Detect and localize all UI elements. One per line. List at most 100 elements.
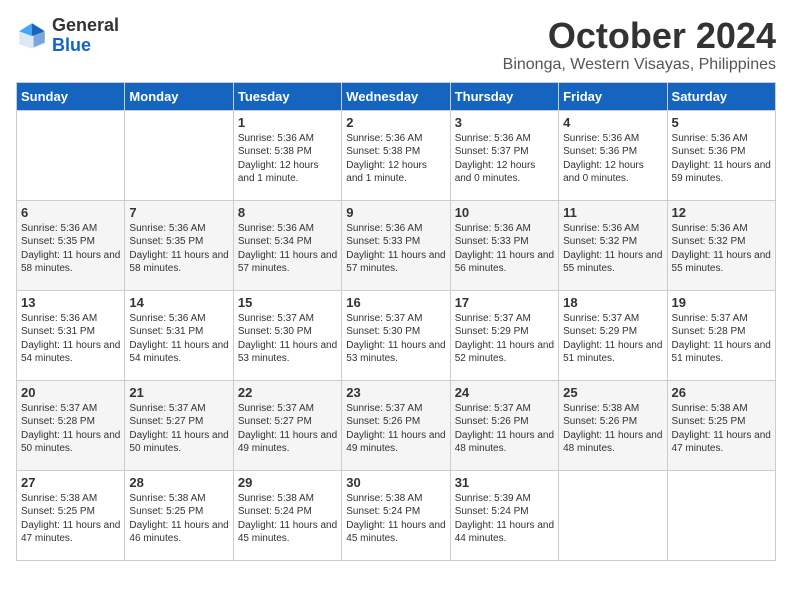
logo-general-text: General [52, 16, 119, 36]
day-number: 3 [455, 115, 554, 130]
calendar-cell [667, 470, 775, 560]
calendar-cell: 9Sunrise: 5:36 AM Sunset: 5:33 PM Daylig… [342, 200, 450, 290]
calendar-cell [17, 110, 125, 200]
day-number: 24 [455, 385, 554, 400]
day-number: 20 [21, 385, 120, 400]
calendar-cell: 21 Sunrise: 5:37 AM Sunset: 5:27 PM Dayli… [125, 380, 233, 470]
day-info: Sunrise: 5:37 AM Sunset: 5:27 PM Dayligh… [129, 402, 228, 456]
calendar-table: SundayMondayTuesdayWednesdayThursdayFrid… [16, 82, 776, 561]
day-number: 18 [563, 295, 662, 310]
calendar-cell [125, 110, 233, 200]
day-info: Sunrise: 5:38 AM Sunset: 5:26 PM Dayligh… [563, 402, 662, 456]
header-friday: Friday [559, 82, 667, 110]
day-info: Sunrise: 5:36 AM Sunset: 5:31 PM Dayligh… [129, 312, 228, 366]
day-info: Sunrise: 5:36 AM Sunset: 5:35 PM Dayligh… [21, 222, 120, 276]
calendar-cell: 31Sunrise: 5:39 AM Sunset: 5:24 PM Dayli… [450, 470, 558, 560]
title-section: October 2024 Binonga, Western Visayas, P… [503, 16, 776, 74]
day-number: 28 [129, 475, 228, 490]
calendar-cell: 8Sunrise: 5:36 AM Sunset: 5:34 PM Daylig… [233, 200, 341, 290]
calendar-cell: 10Sunrise: 5:36 AM Sunset: 5:33 PM Dayli… [450, 200, 558, 290]
header-saturday: Saturday [667, 82, 775, 110]
day-info: Sunrise: 5:37 AM Sunset: 5:27 PM Dayligh… [238, 402, 337, 456]
day-info: Sunrise: 5:37 AM Sunset: 5:29 PM Dayligh… [563, 312, 662, 366]
day-number: 21 [129, 385, 228, 400]
calendar-header-row: SundayMondayTuesdayWednesdayThursdayFrid… [17, 82, 776, 110]
calendar-cell: 11 Sunrise: 5:36 AM Sunset: 5:32 PM Dayli… [559, 200, 667, 290]
header-sunday: Sunday [17, 82, 125, 110]
logo-text: General Blue [52, 16, 119, 56]
day-info: Sunrise: 5:36 AM Sunset: 5:35 PM Dayligh… [129, 222, 228, 276]
day-info: Sunrise: 5:36 AM Sunset: 5:38 PM Dayligh… [346, 132, 445, 186]
day-number: 6 [21, 205, 120, 220]
calendar-cell: 27Sunrise: 5:38 AM Sunset: 5:25 PM Dayli… [17, 470, 125, 560]
calendar-cell: 14 Sunrise: 5:36 AM Sunset: 5:31 PM Dayli… [125, 290, 233, 380]
calendar-cell: 26 Sunrise: 5:38 AM Sunset: 5:25 PM Dayli… [667, 380, 775, 470]
day-info: Sunrise: 5:36 AM Sunset: 5:32 PM Dayligh… [672, 222, 771, 276]
calendar-cell [559, 470, 667, 560]
calendar-week-5: 27Sunrise: 5:38 AM Sunset: 5:25 PM Dayli… [17, 470, 776, 560]
day-number: 16 [346, 295, 445, 310]
day-number: 25 [563, 385, 662, 400]
calendar-cell: 7Sunrise: 5:36 AM Sunset: 5:35 PM Daylig… [125, 200, 233, 290]
day-number: 11 [563, 205, 662, 220]
day-number: 2 [346, 115, 445, 130]
header-tuesday: Tuesday [233, 82, 341, 110]
calendar-cell: 16 Sunrise: 5:37 AM Sunset: 5:30 PM Dayli… [342, 290, 450, 380]
day-number: 4 [563, 115, 662, 130]
calendar-cell: 3 Sunrise: 5:36 AM Sunset: 5:37 PM Daylig… [450, 110, 558, 200]
day-info: Sunrise: 5:38 AM Sunset: 5:24 PM Dayligh… [346, 492, 445, 546]
calendar-cell: 2 Sunrise: 5:36 AM Sunset: 5:38 PM Daylig… [342, 110, 450, 200]
header-wednesday: Wednesday [342, 82, 450, 110]
day-info: Sunrise: 5:36 AM Sunset: 5:36 PM Dayligh… [563, 132, 662, 186]
day-number: 12 [672, 205, 771, 220]
day-info: Sunrise: 5:37 AM Sunset: 5:29 PM Dayligh… [455, 312, 554, 366]
day-number: 13 [21, 295, 120, 310]
day-info: Sunrise: 5:36 AM Sunset: 5:37 PM Dayligh… [455, 132, 554, 186]
calendar-cell: 5Sunrise: 5:36 AM Sunset: 5:36 PM Daylig… [667, 110, 775, 200]
calendar-cell: 4 Sunrise: 5:36 AM Sunset: 5:36 PM Daylig… [559, 110, 667, 200]
calendar-cell: 17 Sunrise: 5:37 AM Sunset: 5:29 PM Dayli… [450, 290, 558, 380]
day-number: 30 [346, 475, 445, 490]
day-number: 26 [672, 385, 771, 400]
day-info: Sunrise: 5:36 AM Sunset: 5:36 PM Dayligh… [672, 132, 771, 186]
calendar-week-3: 13 Sunrise: 5:36 AM Sunset: 5:31 PM Dayli… [17, 290, 776, 380]
day-info: Sunrise: 5:38 AM Sunset: 5:25 PM Dayligh… [21, 492, 120, 546]
calendar-cell: 28 Sunrise: 5:38 AM Sunset: 5:25 PM Dayli… [125, 470, 233, 560]
day-number: 1 [238, 115, 337, 130]
calendar-cell: 15Sunrise: 5:37 AM Sunset: 5:30 PM Dayli… [233, 290, 341, 380]
day-info: Sunrise: 5:36 AM Sunset: 5:33 PM Dayligh… [346, 222, 445, 276]
calendar-cell: 12 Sunrise: 5:36 AM Sunset: 5:32 PM Dayli… [667, 200, 775, 290]
calendar-cell: 29Sunrise: 5:38 AM Sunset: 5:24 PM Dayli… [233, 470, 341, 560]
calendar-week-4: 20Sunrise: 5:37 AM Sunset: 5:28 PM Dayli… [17, 380, 776, 470]
calendar-cell: 19Sunrise: 5:37 AM Sunset: 5:28 PM Dayli… [667, 290, 775, 380]
month-title: October 2024 [503, 16, 776, 56]
day-info: Sunrise: 5:36 AM Sunset: 5:34 PM Dayligh… [238, 222, 337, 276]
calendar-cell: 22 Sunrise: 5:37 AM Sunset: 5:27 PM Dayli… [233, 380, 341, 470]
day-number: 15 [238, 295, 337, 310]
day-number: 23 [346, 385, 445, 400]
calendar-body: 1 Sunrise: 5:36 AM Sunset: 5:38 PM Daylig… [17, 110, 776, 560]
day-info: Sunrise: 5:38 AM Sunset: 5:25 PM Dayligh… [129, 492, 228, 546]
day-number: 17 [455, 295, 554, 310]
day-number: 22 [238, 385, 337, 400]
calendar-week-1: 1 Sunrise: 5:36 AM Sunset: 5:38 PM Daylig… [17, 110, 776, 200]
header-monday: Monday [125, 82, 233, 110]
day-info: Sunrise: 5:38 AM Sunset: 5:24 PM Dayligh… [238, 492, 337, 546]
logo-icon [16, 20, 48, 52]
day-info: Sunrise: 5:36 AM Sunset: 5:31 PM Dayligh… [21, 312, 120, 366]
calendar-week-2: 6 Sunrise: 5:36 AM Sunset: 5:35 PM Daylig… [17, 200, 776, 290]
page-header: General Blue October 2024 Binonga, Weste… [16, 16, 776, 74]
calendar-cell: 24 Sunrise: 5:37 AM Sunset: 5:26 PM Dayli… [450, 380, 558, 470]
calendar-cell: 13 Sunrise: 5:36 AM Sunset: 5:31 PM Dayli… [17, 290, 125, 380]
day-info: Sunrise: 5:37 AM Sunset: 5:26 PM Dayligh… [455, 402, 554, 456]
calendar-cell: 1 Sunrise: 5:36 AM Sunset: 5:38 PM Daylig… [233, 110, 341, 200]
day-number: 10 [455, 205, 554, 220]
calendar-cell: 23Sunrise: 5:37 AM Sunset: 5:26 PM Dayli… [342, 380, 450, 470]
calendar-cell: 6 Sunrise: 5:36 AM Sunset: 5:35 PM Daylig… [17, 200, 125, 290]
day-number: 14 [129, 295, 228, 310]
day-info: Sunrise: 5:36 AM Sunset: 5:38 PM Dayligh… [238, 132, 337, 186]
day-info: Sunrise: 5:37 AM Sunset: 5:30 PM Dayligh… [346, 312, 445, 366]
header-thursday: Thursday [450, 82, 558, 110]
day-info: Sunrise: 5:38 AM Sunset: 5:25 PM Dayligh… [672, 402, 771, 456]
day-info: Sunrise: 5:36 AM Sunset: 5:32 PM Dayligh… [563, 222, 662, 276]
